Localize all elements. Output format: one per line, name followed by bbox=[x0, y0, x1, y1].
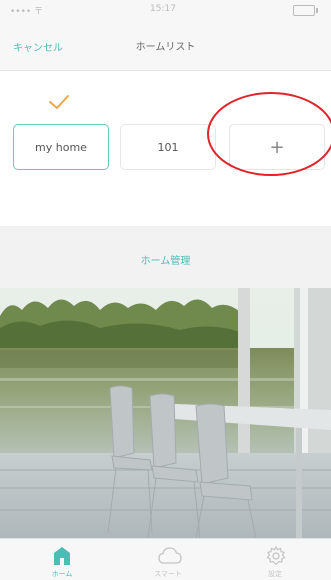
nav-bar: キャンセル ホームリスト bbox=[0, 20, 331, 71]
tab-label: 設定 bbox=[268, 570, 282, 578]
home-card-my-home[interactable]: my home bbox=[13, 124, 109, 170]
home-list: my home 101 + bbox=[0, 71, 331, 226]
gear-icon bbox=[266, 545, 286, 566]
home-management-link[interactable]: ホーム管理 bbox=[141, 252, 191, 267]
tab-label: ホーム bbox=[51, 570, 73, 578]
page-title: ホームリスト bbox=[135, 42, 196, 53]
plus-icon: + bbox=[269, 136, 285, 158]
check-icon bbox=[49, 95, 69, 109]
tab-bar: ホーム スマート 設定 bbox=[0, 538, 331, 580]
add-home-button[interactable]: + bbox=[229, 124, 325, 170]
cloud-icon bbox=[158, 547, 182, 564]
battery-icon bbox=[293, 5, 318, 16]
home-card-101[interactable]: 101 bbox=[120, 124, 216, 170]
home-management-section: ホーム管理 bbox=[0, 226, 331, 288]
home-card-label: my home bbox=[35, 140, 87, 154]
tab-smart[interactable]: スマート bbox=[128, 539, 208, 580]
home-icon bbox=[54, 547, 70, 565]
tab-label: スマート bbox=[154, 570, 182, 578]
carrier-signal: •••• 〒 bbox=[10, 7, 44, 17]
status-time: 15:17 bbox=[150, 4, 176, 14]
tab-home[interactable]: ホーム bbox=[22, 539, 102, 580]
home-card-label: 101 bbox=[157, 140, 179, 154]
tab-settings[interactable]: 設定 bbox=[235, 539, 315, 580]
status-bar: •••• 〒 15:17 bbox=[0, 0, 331, 20]
home-background-image bbox=[0, 288, 331, 538]
